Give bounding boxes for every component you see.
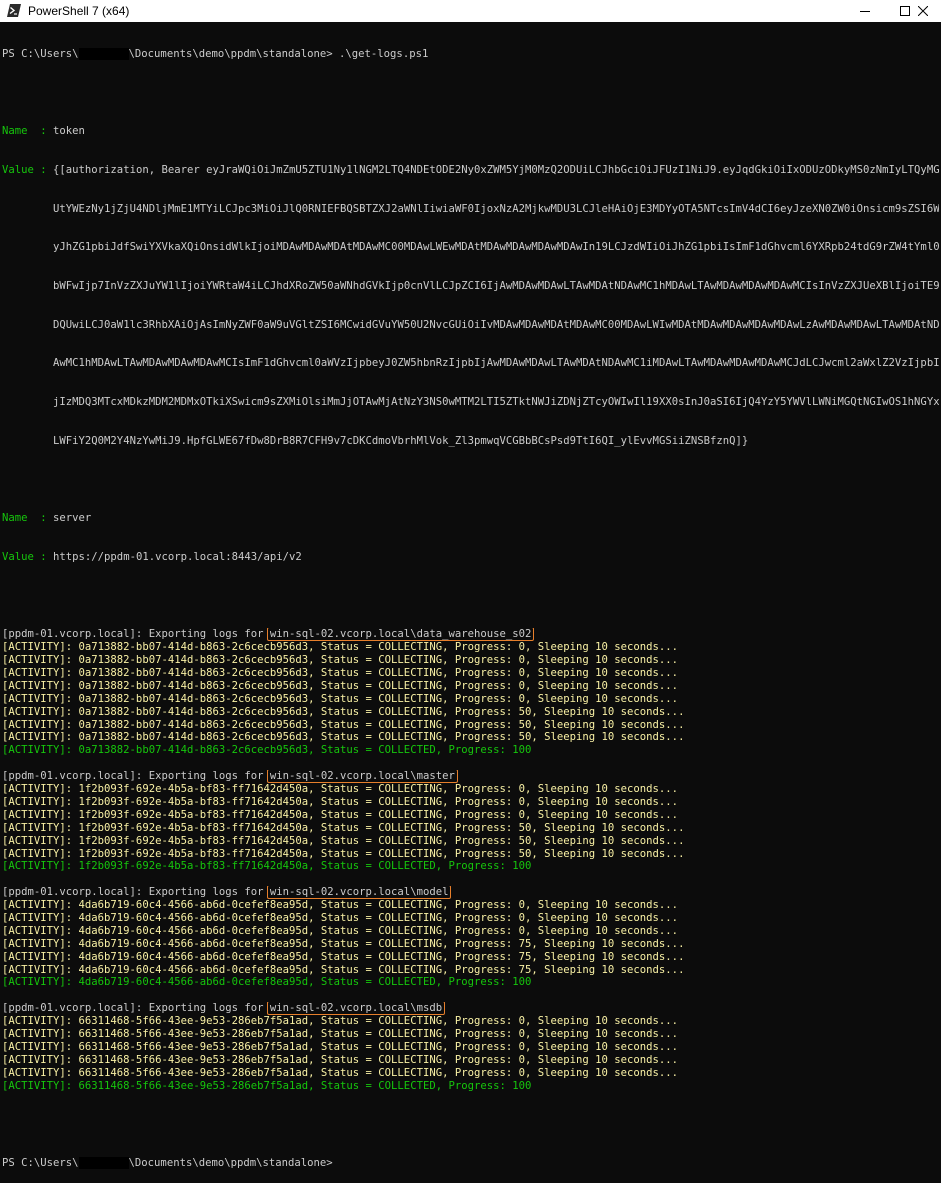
export-header: [ppdm-01.vcorp.local]: Exporting logs fo… — [2, 1002, 939, 1016]
token-name-line: Name : token — [2, 125, 939, 138]
activity-line: [ACTIVITY]: 1f2b093f-692e-4b5a-bf83-ff71… — [2, 834, 685, 847]
command-line: PS C:\Users\ \Documents\demo\ppdm\standal… — [2, 47, 939, 61]
token-value-line: UtYWEzNy1jZjU4NDljMmE1MTYiLCJpc3MiOiJlQ0… — [2, 203, 939, 216]
name-label: Name : — [2, 512, 54, 525]
activity-line: [ACTIVITY]: 0a713882-bb07-414d-b863-2c6c… — [2, 667, 679, 680]
prompt-prefix: PS C:\Users\ — [2, 47, 79, 60]
database-name-highlight: win-sql-02.vcorp.local\model — [266, 886, 452, 900]
activity-line: [ACTIVITY]: 1f2b093f-692e-4b5a-bf83-ff71… — [2, 783, 679, 796]
token-value-line: AwMC1hMDAwLTAwMDAwMDAwMDAwMCIsImF1dGhvcm… — [2, 357, 939, 370]
activity-line: [ACTIVITY]: 0a713882-bb07-414d-b863-2c6c… — [2, 718, 685, 731]
database-name-highlight: win-sql-02.vcorp.local\data_warehouse_s0… — [266, 628, 535, 642]
token-value: bWFwIjp7InVzZXJuYW1lIjoiYWRtaW4iLCJhdXRo… — [53, 280, 939, 293]
token-name: token — [53, 125, 85, 138]
activity-line: [ACTIVITY]: 66311468-5f66-43ee-9e53-286e… — [2, 1015, 679, 1028]
maximize-icon — [900, 6, 910, 16]
export-prefix: [ppdm-01.vcorp.local]: Exporting logs fo… — [2, 628, 270, 641]
activity-complete-line: [ACTIVITY]: 1f2b093f-692e-4b5a-bf83-ff71… — [2, 860, 532, 873]
activity-complete-line: [ACTIVITY]: 0a713882-bb07-414d-b863-2c6c… — [2, 744, 532, 757]
export-prefix: [ppdm-01.vcorp.local]: Exporting logs fo… — [2, 886, 270, 899]
activity-line: [ACTIVITY]: 4da6b719-60c4-4566-ab6d-0cef… — [2, 950, 685, 963]
activity-line: [ACTIVITY]: 1f2b093f-692e-4b5a-bf83-ff71… — [2, 847, 685, 860]
token-value-line: LWFiY2Q0M2Y4NzYwMiJ9.HpfGLWE67fDw8DrB8R7… — [2, 435, 939, 448]
activity-complete-line: [ACTIVITY]: 66311468-5f66-43ee-9e53-286e… — [2, 1079, 532, 1092]
activity-line: [ACTIVITY]: 0a713882-bb07-414d-b863-2c6c… — [2, 679, 679, 692]
token-value-line: DQUwiLCJ0aW1lc3RhbXAiOjAsImNyZWF0aW9uVGl… — [2, 319, 939, 332]
export-log: [ppdm-01.vcorp.local]: Exporting logs fo… — [2, 628, 939, 1092]
activity-line: [ACTIVITY]: 66311468-5f66-43ee-9e53-286e… — [2, 1053, 679, 1066]
token-value-line: Value : {[authorization, Bearer eyJraWQi… — [2, 164, 939, 177]
activity-line: [ACTIVITY]: 1f2b093f-692e-4b5a-bf83-ff71… — [2, 821, 685, 834]
minimize-icon — [860, 11, 870, 12]
prompt-path: \Documents\demo\ppdm\standalone> — [128, 47, 333, 60]
command-text: .\get-logs.ps1 — [332, 47, 429, 60]
close-button[interactable] — [918, 0, 941, 22]
powershell-icon — [7, 4, 21, 17]
activity-line: [ACTIVITY]: 4da6b719-60c4-4566-ab6d-0cef… — [2, 899, 679, 912]
value-label: Value : — [2, 163, 54, 176]
prompt-prefix: PS C:\Users\ — [2, 1156, 79, 1169]
activity-line: [ACTIVITY]: 4da6b719-60c4-4566-ab6d-0cef… — [2, 911, 679, 924]
activity-line: [ACTIVITY]: 0a713882-bb07-414d-b863-2c6c… — [2, 705, 685, 718]
token-value: AwMC1hMDAwLTAwMDAwMDAwMDAwMCIsImF1dGhvcm… — [53, 357, 939, 370]
server-value-line: Value : https://ppdm-01.vcorp.local:8443… — [2, 551, 939, 564]
activity-line: [ACTIVITY]: 4da6b719-60c4-4566-ab6d-0cef… — [2, 937, 685, 950]
activity-line: [ACTIVITY]: 66311468-5f66-43ee-9e53-286e… — [2, 1027, 679, 1040]
token-value: LWFiY2Q0M2Y4NzYwMiJ9.HpfGLWE67fDw8DrB8R7… — [53, 434, 749, 447]
window-title: PowerShell 7 (x64) — [28, 4, 130, 18]
token-value: UtYWEzNy1jZjU4NDljMmE1MTYiLCJpc3MiOiJlQ0… — [53, 202, 939, 215]
activity-line: [ACTIVITY]: 0a713882-bb07-414d-b863-2c6c… — [2, 731, 685, 744]
database-name-highlight: win-sql-02.vcorp.local\master — [266, 770, 458, 784]
close-icon — [918, 6, 928, 16]
export-header: [ppdm-01.vcorp.local]: Exporting logs fo… — [2, 628, 939, 642]
title-bar: PowerShell 7 (x64) — [0, 0, 941, 22]
server-name-line: Name : server — [2, 512, 939, 525]
name-label: Name : — [2, 125, 54, 138]
server-url: https://ppdm-01.vcorp.local:8443/api/v2 — [53, 550, 302, 563]
activity-line: [ACTIVITY]: 1f2b093f-692e-4b5a-bf83-ff71… — [2, 795, 679, 808]
token-value: DQUwiLCJ0aW1lc3RhbXAiOjAsImNyZWF0aW9uVGl… — [53, 318, 939, 331]
activity-line: [ACTIVITY]: 4da6b719-60c4-4566-ab6d-0cef… — [2, 963, 685, 976]
prompt-path: \Documents\demo\ppdm\standalone> — [128, 1156, 333, 1169]
export-header: [ppdm-01.vcorp.local]: Exporting logs fo… — [2, 886, 939, 900]
server-name: server — [53, 512, 92, 525]
activity-line: [ACTIVITY]: 1f2b093f-692e-4b5a-bf83-ff71… — [2, 808, 679, 821]
token-value: {[authorization, Bearer eyJraWQiOiJmZmU5… — [53, 163, 939, 176]
token-value: jIzMDQ3MTcxMDkzMDM2MDMxOTkiXSwicm9sZXMiO… — [53, 396, 939, 409]
export-prefix: [ppdm-01.vcorp.local]: Exporting logs fo… — [2, 1002, 270, 1015]
export-prefix: [ppdm-01.vcorp.local]: Exporting logs fo… — [2, 770, 270, 783]
token-value: yJhZG1pbiJdfSwiYXVkaXQiOnsidWlkIjoiMDAwM… — [53, 241, 939, 254]
minimize-button[interactable] — [846, 0, 884, 22]
export-header: [ppdm-01.vcorp.local]: Exporting logs fo… — [2, 770, 939, 784]
activity-line: [ACTIVITY]: 4da6b719-60c4-4566-ab6d-0cef… — [2, 924, 679, 937]
activity-line: [ACTIVITY]: 0a713882-bb07-414d-b863-2c6c… — [2, 692, 679, 705]
token-value-line: bWFwIjp7InVzZXJuYW1lIjoiYWRtaW4iLCJhdXRo… — [2, 280, 939, 293]
terminal-output[interactable]: PS C:\Users\ \Documents\demo\ppdm\standal… — [2, 22, 939, 1183]
activity-line: [ACTIVITY]: 0a713882-bb07-414d-b863-2c6c… — [2, 654, 679, 667]
command-line: PS C:\Users\ \Documents\demo\ppdm\standal… — [2, 1156, 939, 1170]
database-name-highlight: win-sql-02.vcorp.local\msdb — [266, 1002, 446, 1016]
activity-complete-line: [ACTIVITY]: 4da6b719-60c4-4566-ab6d-0cef… — [2, 976, 532, 989]
token-value-line: yJhZG1pbiJdfSwiYXVkaXQiOnsidWlkIjoiMDAwM… — [2, 241, 939, 254]
redacted-username — [78, 47, 129, 60]
token-value-line: jIzMDQ3MTcxMDkzMDM2MDMxOTkiXSwicm9sZXMiO… — [2, 396, 939, 409]
value-label: Value : — [2, 550, 54, 563]
redacted-username — [78, 1156, 129, 1169]
activity-line: [ACTIVITY]: 0a713882-bb07-414d-b863-2c6c… — [2, 641, 679, 654]
activity-line: [ACTIVITY]: 66311468-5f66-43ee-9e53-286e… — [2, 1040, 679, 1053]
activity-line: [ACTIVITY]: 66311468-5f66-43ee-9e53-286e… — [2, 1066, 679, 1079]
